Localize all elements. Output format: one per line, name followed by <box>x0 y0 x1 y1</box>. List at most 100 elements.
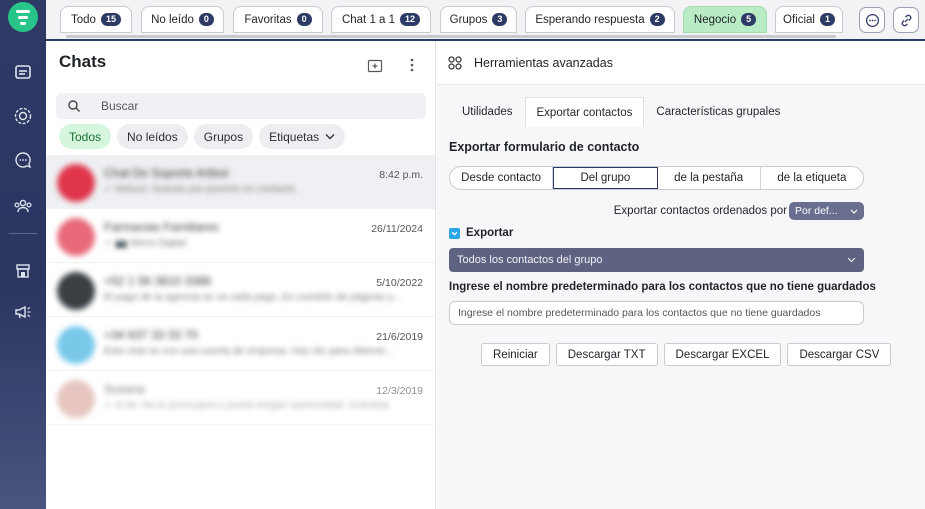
chat-list-item[interactable]: Farmacias Familiares ✓ 📷 Menú Digital 26… <box>46 209 435 263</box>
more-options-icon[interactable] <box>403 56 421 74</box>
avatar <box>57 326 95 364</box>
chat-name: +52 1 56 3810 3386 <box>104 274 212 288</box>
option-del-grupo[interactable]: Del grupo <box>553 167 658 189</box>
tools-title: Herramientas avanzadas <box>474 56 613 70</box>
megaphone-icon[interactable] <box>13 302 33 322</box>
chat-icon[interactable] <box>13 150 33 170</box>
status-icon[interactable] <box>13 106 33 126</box>
chat-name: Chat De Soporte Artbot <box>104 166 229 180</box>
chat-preview: Este chat es con una cuenta de empresa. … <box>104 346 394 357</box>
chat-list-item[interactable]: Susana ✓ el de: No te preocupes y puedo … <box>46 371 435 425</box>
filter-etiquetas[interactable]: Etiquetas <box>259 124 346 149</box>
tab-todo[interactable]: Todo 15 <box>60 6 132 33</box>
chat-filters: Todos No leídos Grupos Etiquetas <box>59 124 346 149</box>
filter-no-leidos[interactable]: No leídos <box>117 124 188 149</box>
export-actions: Reiniciar Descargar TXT Descargar EXCEL … <box>481 343 892 366</box>
chat-preview: ✓ 📷 Menú Digital <box>104 238 186 249</box>
chat-list-item[interactable]: +52 1 56 3810 3386 El pago de la agencia… <box>46 263 435 317</box>
chat-list-item[interactable]: +34 637 33 33 70 Este chat es con una cu… <box>46 317 435 371</box>
export-label: Exportar <box>466 227 514 239</box>
download-csv-button[interactable]: Descargar CSV <box>787 343 892 366</box>
chat-preview: ✓ el de: No te preocupes y puedo tengan … <box>104 400 389 411</box>
advanced-tools-panel: Herramientas avanzadas Utilidades Export… <box>437 41 925 509</box>
tools-header: Herramientas avanzadas <box>437 41 925 85</box>
left-sidebar <box>0 0 46 509</box>
inbox-icon[interactable] <box>13 62 33 82</box>
chat-list-item[interactable]: Chat De Soporte Artbot ✓ Nelson: Gracias… <box>46 155 435 209</box>
chevron-down-icon <box>325 134 335 140</box>
tabs-scrollbar[interactable] <box>66 35 836 38</box>
link-icon[interactable] <box>893 7 919 33</box>
chat-list: Chat De Soporte Artbot ✓ Nelson: Gracias… <box>46 155 435 425</box>
chat-name: +34 637 33 33 70 <box>104 328 198 342</box>
checkbox-checked-icon <box>449 227 460 239</box>
section-title: Exportar formulario de contacto <box>449 140 640 154</box>
count-badge: 3 <box>492 13 508 26</box>
chat-time: 5/10/2022 <box>376 277 423 289</box>
tools-grid-icon <box>448 56 462 70</box>
subtab-caracteristicas-grupales[interactable]: Características grupales <box>644 97 792 127</box>
count-badge: 5 <box>741 13 757 26</box>
filter-grupos[interactable]: Grupos <box>193 124 254 149</box>
download-txt-button[interactable]: Descargar TXT <box>555 343 658 366</box>
chats-title: Chats <box>59 52 107 71</box>
chat-time: 26/11/2024 <box>371 223 423 235</box>
chats-panel: Chats Todos No leídos Grupos Etiquetas C… <box>46 41 436 509</box>
default-name-label: Ingrese el nombre predeterminado para lo… <box>449 281 876 293</box>
filter-label: Etiquetas <box>269 129 320 144</box>
count-badge: 0 <box>198 13 214 26</box>
count-badge: 12 <box>400 13 421 26</box>
option-desde-contacto[interactable]: Desde contacto <box>450 167 554 189</box>
search-bar[interactable] <box>56 93 426 119</box>
tab-label: Oficial <box>783 13 815 26</box>
chat-name: Farmacias Familiares <box>104 220 219 234</box>
logo-icon[interactable] <box>8 2 38 32</box>
reset-button[interactable]: Reiniciar <box>481 343 550 366</box>
option-de-la-etiqueta[interactable]: de la etiqueta <box>761 167 863 189</box>
tab-label: Chat 1 a 1 <box>341 13 396 26</box>
tab-negocio[interactable]: Negocio 5 <box>683 6 767 33</box>
order-value: Por def... <box>795 205 838 217</box>
tab-label: Esperando respuesta <box>535 13 645 26</box>
export-source-selector: Desde contacto Del grupo de la pestaña d… <box>449 166 864 190</box>
tab-favoritas[interactable]: Favoritas 0 <box>233 6 323 33</box>
store-icon[interactable] <box>13 261 33 281</box>
download-excel-button[interactable]: Descargar EXCEL <box>663 343 782 366</box>
chat-time: 8:42 p.m. <box>379 169 423 181</box>
chat-preview: El pago de la agencia se va cada pago. E… <box>104 292 401 303</box>
chevron-down-icon <box>850 209 858 214</box>
default-name-input[interactable] <box>449 301 864 325</box>
subtab-exportar-contactos[interactable]: Exportar contactos <box>524 97 645 127</box>
avatar <box>57 218 95 256</box>
avatar <box>57 272 95 310</box>
tab-label: Todo <box>71 13 96 26</box>
search-icon <box>68 100 80 112</box>
tab-label: Negocio <box>693 13 737 26</box>
chat-bubble-icon[interactable] <box>859 7 885 33</box>
option-de-la-pestana[interactable]: de la pestaña <box>658 167 761 189</box>
community-icon[interactable] <box>13 196 33 216</box>
count-badge: 0 <box>296 13 312 26</box>
filter-todos[interactable]: Todos <box>59 124 112 149</box>
tab-grupos[interactable]: Grupos 3 <box>440 6 517 33</box>
order-select[interactable]: Por def... <box>789 202 864 220</box>
tab-label: Favoritas <box>244 13 292 26</box>
count-badge: 15 <box>100 13 121 26</box>
chat-time: 12/3/2019 <box>376 385 423 397</box>
order-label: Exportar contactos ordenados por <box>613 205 787 217</box>
tab-esperando-respuesta[interactable]: Esperando respuesta 2 <box>525 6 675 33</box>
avatar <box>57 380 95 418</box>
search-input[interactable] <box>101 99 401 113</box>
chat-time: 21/6/2019 <box>376 331 423 343</box>
group-contacts-select[interactable]: Todos los contactos del grupo <box>449 248 864 272</box>
tab-oficial[interactable]: Oficial 1 <box>775 6 843 33</box>
top-tabs-bar: Todo 15 No leído 0 Favoritas 0 Chat 1 a … <box>46 0 925 41</box>
new-chat-icon[interactable] <box>366 56 384 74</box>
subtab-utilidades[interactable]: Utilidades <box>450 97 525 127</box>
tools-body: Utilidades Exportar contactos Caracterís… <box>437 85 925 509</box>
tab-no-leido[interactable]: No leído 0 <box>141 6 224 33</box>
export-checkbox[interactable]: Exportar <box>449 227 513 239</box>
chat-name: Susana <box>104 382 145 396</box>
count-badge: 2 <box>649 13 665 26</box>
tab-chat-1-a-1[interactable]: Chat 1 a 1 12 <box>331 6 431 33</box>
